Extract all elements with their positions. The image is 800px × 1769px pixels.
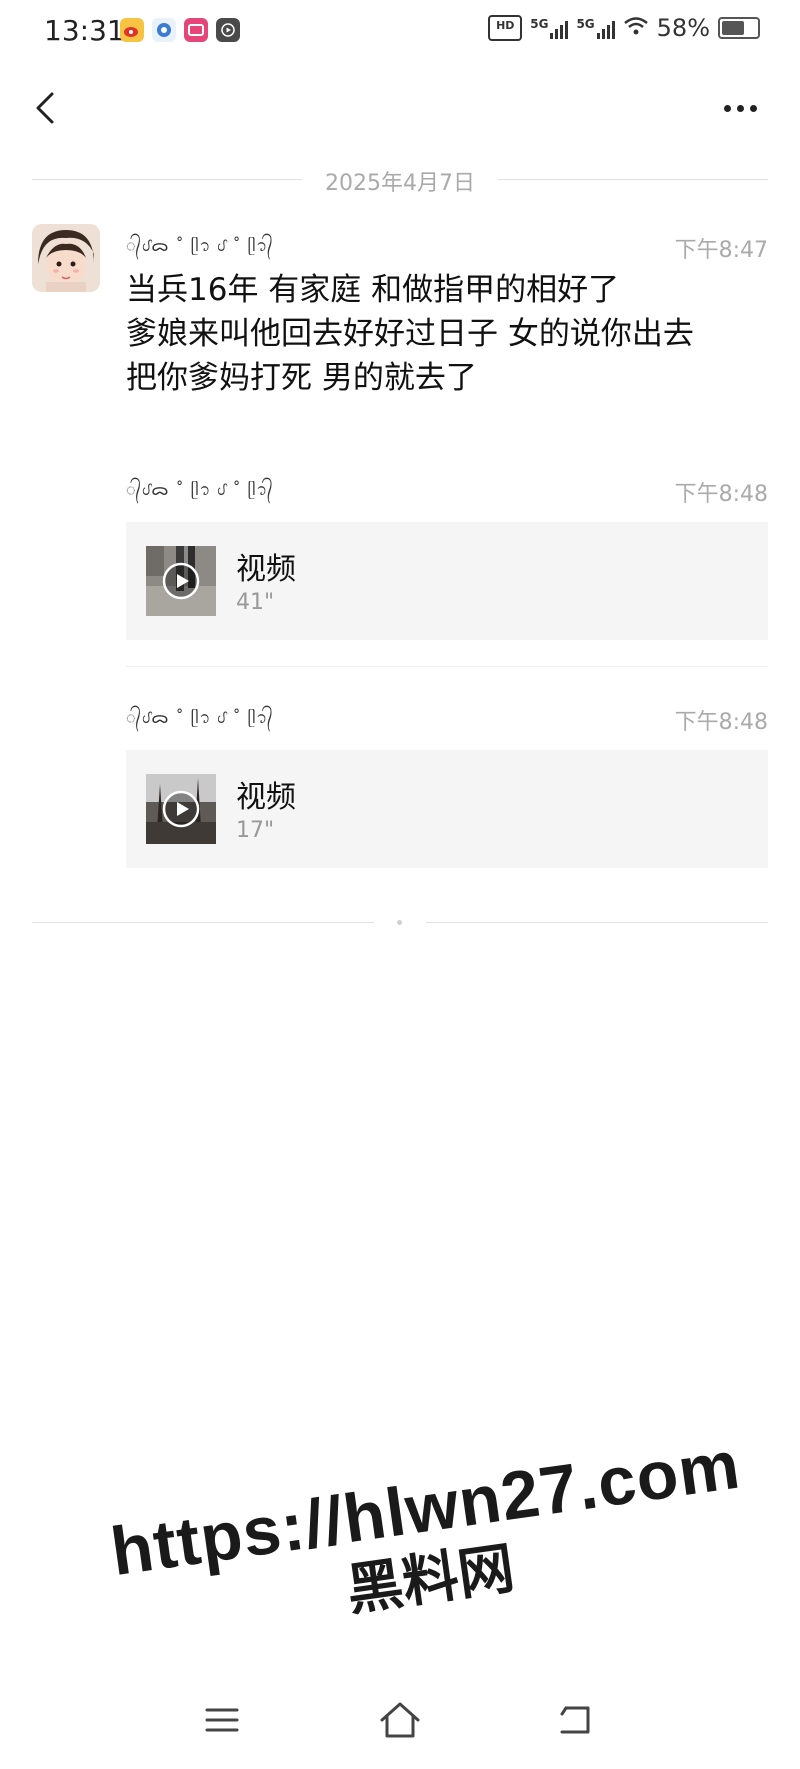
video-thumbnail[interactable] xyxy=(146,546,216,616)
video-thumbnail[interactable] xyxy=(146,774,216,844)
message-time: 下午8:48 xyxy=(674,710,768,735)
video-card[interactable]: 视频 17" xyxy=(126,750,768,868)
sender-name: ᭄ᦔᯅ ˚ ᥫ᭡ ᦔ ˚ ᥫ᭡᭄ xyxy=(126,236,274,255)
message-text[interactable]: 当兵16年 有家庭 和做指甲的相好了 爹娘来叫他回去好好过日子 女的说你出去 把… xyxy=(126,268,768,400)
back-icon[interactable] xyxy=(556,1700,596,1740)
avatar[interactable] xyxy=(32,224,100,292)
media-icon xyxy=(216,18,240,42)
status-indicators: HD 5G 5G 58% xyxy=(488,14,760,42)
more-options-icon[interactable] xyxy=(724,98,764,118)
navigation-bar xyxy=(0,1690,800,1750)
message-icon xyxy=(184,18,208,42)
watermark: https://hlwn27.com 黑料网 xyxy=(84,1423,777,1656)
end-separator xyxy=(32,915,768,929)
menu-icon[interactable] xyxy=(202,1700,242,1740)
date-separator: 2025年4月7日 xyxy=(32,165,768,196)
message-time: 下午8:48 xyxy=(674,482,768,507)
play-icon xyxy=(162,562,200,600)
date-label: 2025年4月7日 xyxy=(325,171,475,196)
signal-icon: 5G xyxy=(576,17,615,39)
video-duration: 17" xyxy=(236,818,275,843)
signal-icon: 5G xyxy=(530,17,569,39)
video-label: 视频 xyxy=(236,552,296,587)
message-divider xyxy=(126,666,768,667)
video-label: 视频 xyxy=(236,780,296,815)
sender-name: ᭄ᦔᯅ ˚ ᥫ᭡ ᦔ ˚ ᥫ᭡᭄ xyxy=(126,480,274,499)
play-icon xyxy=(162,790,200,828)
weibo-icon xyxy=(120,18,144,42)
battery-percent: 58% xyxy=(656,14,710,42)
status-bar: 13:31 HD 5G 5G 58% xyxy=(0,0,800,62)
sender-name: ᭄ᦔᯅ ˚ ᥫ᭡ ᦔ ˚ ᥫ᭡᭄ xyxy=(126,708,274,727)
hd-icon: HD xyxy=(488,15,523,41)
status-app-icons xyxy=(120,18,240,42)
chat-header xyxy=(0,80,800,140)
chat-message: ᭄ᦔᯅ ˚ ᥫ᭡ ᦔ ˚ ᥫ᭡᭄ 下午8:47 当兵16年 有家庭 和做指甲的相… xyxy=(126,228,768,400)
home-icon[interactable] xyxy=(378,1698,422,1742)
wifi-icon xyxy=(623,14,649,42)
battery-icon xyxy=(718,17,760,39)
status-time: 13:31 xyxy=(44,14,125,47)
chat-message: ᭄ᦔᯅ ˚ ᥫ᭡ ᦔ ˚ ᥫ᭡᭄ 下午8:48 视频 41" xyxy=(126,472,768,640)
video-duration: 41" xyxy=(236,590,275,615)
chat-message: ᭄ᦔᯅ ˚ ᥫ᭡ ᦔ ˚ ᥫ᭡᭄ 下午8:48 视频 17" xyxy=(126,700,768,868)
app-icon xyxy=(152,18,176,42)
video-card[interactable]: 视频 41" xyxy=(126,522,768,640)
message-time: 下午8:47 xyxy=(674,238,768,263)
back-arrow-icon[interactable] xyxy=(28,88,68,128)
